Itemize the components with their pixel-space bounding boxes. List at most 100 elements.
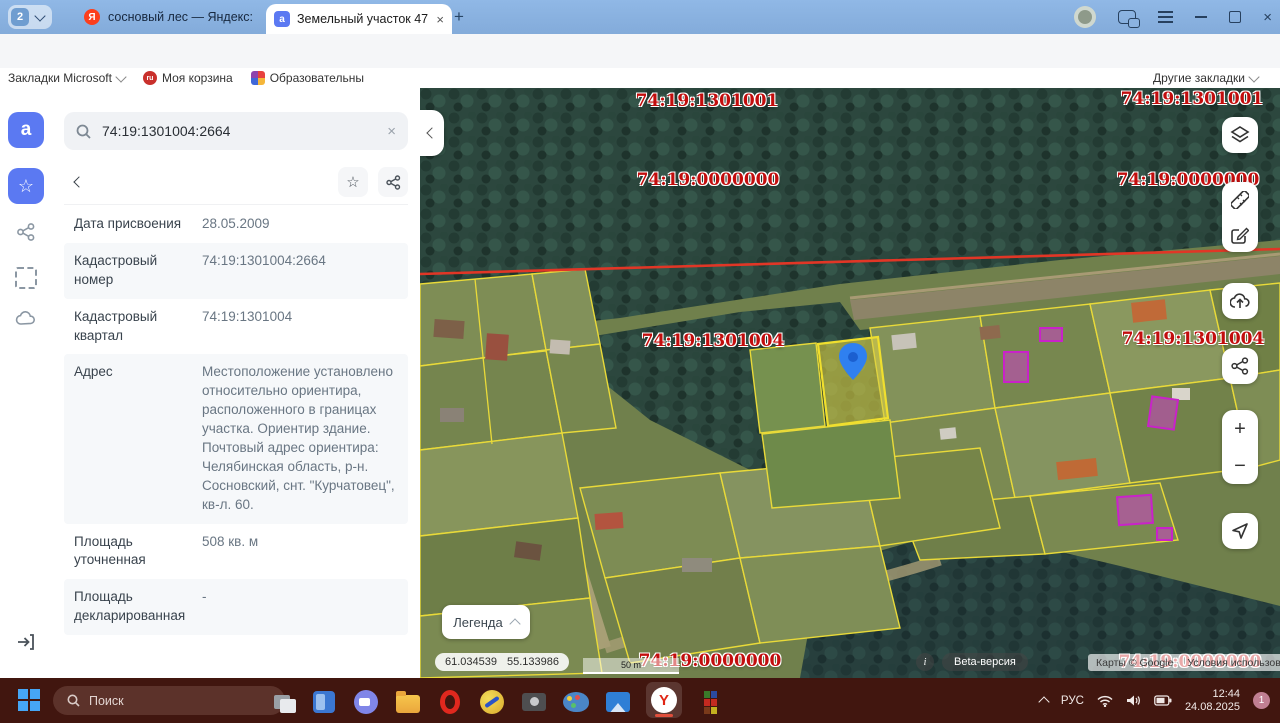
beta-badge: Beta-версия (942, 653, 1028, 671)
tab-title: сосновый лес — Яндекс: (108, 10, 269, 24)
locate-button[interactable] (1222, 513, 1258, 549)
cloud-upload-icon (1230, 292, 1250, 310)
info-button[interactable]: i (916, 653, 934, 671)
other-bookmarks[interactable]: Другие закладки (1153, 71, 1258, 85)
task-view-button[interactable] (268, 688, 296, 716)
palette-icon (563, 692, 589, 712)
camera-app-button[interactable] (520, 688, 548, 716)
ru-badge-icon: ru (143, 71, 157, 85)
wifi-icon[interactable] (1097, 695, 1113, 707)
photos-icon (606, 692, 630, 712)
share-map-button[interactable] (1222, 348, 1258, 384)
map-app-favicon: a (274, 11, 290, 27)
favorite-star-button[interactable]: ☆ (338, 167, 368, 197)
cadastral-map[interactable]: 74:19:1301001 74:19:1301001 74:19:000000… (420, 88, 1280, 678)
bookmark-label: Образовательны (270, 71, 364, 85)
terms-link[interactable]: Условия использования (1187, 657, 1280, 669)
latitude-value: 61.034539 (445, 656, 497, 668)
widgets-button[interactable] (310, 688, 338, 716)
chevron-down-icon (1248, 71, 1259, 82)
new-tab-button[interactable]: + (448, 6, 470, 28)
chat-app-button[interactable] (352, 688, 380, 716)
tab-count-value: 2 (11, 8, 29, 26)
battery-icon[interactable] (1154, 695, 1172, 706)
tab-yandex-search[interactable]: Я сосновый лес — Яндекс: (78, 0, 275, 34)
row-label: Кадастровый квартал (74, 308, 202, 346)
start-button[interactable] (18, 689, 40, 711)
map-app-logo[interactable]: a (8, 112, 44, 148)
windows-taskbar: Поиск Y РУС 12:44 24.08.2025 1 (0, 678, 1280, 723)
clock[interactable]: 12:44 24.08.2025 (1185, 688, 1240, 714)
rail-login-button[interactable] (8, 624, 44, 660)
zoom-in-button[interactable]: + (1222, 419, 1258, 439)
bookmark-education[interactable]: Образовательны (251, 71, 364, 85)
share-nodes-icon (386, 175, 401, 190)
chevron-down-icon (34, 10, 45, 21)
app-badge-button[interactable] (478, 688, 506, 716)
opera-icon (440, 690, 460, 714)
dialogs-icon[interactable] (1118, 10, 1136, 24)
yandex-browser-button[interactable]: Y (646, 682, 682, 718)
chevron-up-icon (509, 618, 520, 629)
close-tab-icon[interactable]: × (436, 12, 444, 27)
zoom-out-button[interactable]: − (1222, 456, 1258, 476)
rail-cloud-button[interactable] (8, 300, 44, 336)
clear-search-icon[interactable]: × (387, 123, 396, 140)
legend-button[interactable]: Легенда (442, 605, 530, 639)
tab-active-parcel[interactable]: a Земельный участок 47 × (266, 4, 452, 34)
photos-app-button[interactable] (604, 688, 632, 716)
bookmark-folder-microsoft[interactable]: Закладки Microsoft (8, 71, 125, 85)
rail-share-button[interactable] (8, 214, 44, 250)
share-button[interactable] (378, 167, 408, 197)
rail-select-area-button[interactable] (8, 260, 44, 296)
language-indicator[interactable]: РУС (1061, 695, 1084, 707)
bookmark-basket[interactable]: ru Моя корзина (143, 71, 233, 85)
minimize-button[interactable] (1195, 16, 1207, 18)
maximize-button[interactable] (1229, 11, 1241, 23)
row-value: 74:19:1301004:2664 (202, 252, 398, 290)
hidden-icons-chevron[interactable] (1038, 696, 1049, 707)
app-side-rail: a ☆ (0, 88, 53, 678)
scale-label: 50 m (621, 660, 641, 670)
notification-badge[interactable]: 1 (1253, 692, 1270, 709)
map-scale-bar: 50 m (583, 658, 679, 674)
row-value: Местоположение установлено относительно … (202, 363, 398, 514)
folder-icon (396, 695, 420, 713)
task-view-icon (274, 695, 290, 709)
tab-title: Земельный участок 47 (297, 12, 429, 26)
volume-icon[interactable] (1126, 694, 1141, 707)
layers-button[interactable] (1222, 117, 1258, 153)
upload-button[interactable] (1222, 283, 1258, 319)
cadastral-search-box[interactable]: × (64, 112, 408, 150)
rail-favorites-button[interactable]: ☆ (8, 168, 44, 204)
window-controls: × (1074, 0, 1272, 34)
file-explorer-button[interactable] (394, 688, 422, 716)
share-nodes-icon (1231, 357, 1249, 375)
search-input[interactable] (100, 122, 378, 140)
game-app-button[interactable] (696, 688, 724, 716)
google-attribution: Карты © Google (1096, 657, 1173, 669)
profile-avatar[interactable] (1074, 6, 1096, 28)
parcel-card-header: ☆ (64, 160, 408, 205)
collapse-panel-button[interactable] (420, 110, 444, 156)
cadastral-label: 74:19:1301004 (1122, 329, 1265, 349)
back-button[interactable] (64, 167, 94, 197)
table-row: Площадь уточненная 508 кв. м (64, 524, 408, 580)
menu-icon[interactable] (1158, 16, 1173, 18)
cadastral-label: 74:19:0000000 (637, 170, 780, 190)
row-value: 508 кв. м (202, 533, 398, 571)
tab-counter[interactable]: 2 (8, 5, 52, 29)
ruler-button[interactable] (1231, 191, 1249, 209)
taskbar-search[interactable]: Поиск (53, 686, 285, 715)
close-window-button[interactable]: × (1263, 10, 1272, 25)
paint-app-button[interactable] (562, 688, 590, 716)
draw-button[interactable] (1231, 226, 1249, 244)
beta-label: Beta-версия (954, 656, 1016, 668)
dashed-select-icon (15, 267, 37, 289)
row-label: Адрес (74, 363, 202, 514)
opera-button[interactable] (436, 688, 464, 716)
browser-toolbar: ← Я ↻ map.ru Земельный участок 47:07:041… (0, 34, 1280, 68)
yandex-browser-icon: Y (651, 687, 677, 713)
yandex-favicon: Я (84, 9, 100, 25)
navigation-arrow-icon (1231, 522, 1249, 540)
